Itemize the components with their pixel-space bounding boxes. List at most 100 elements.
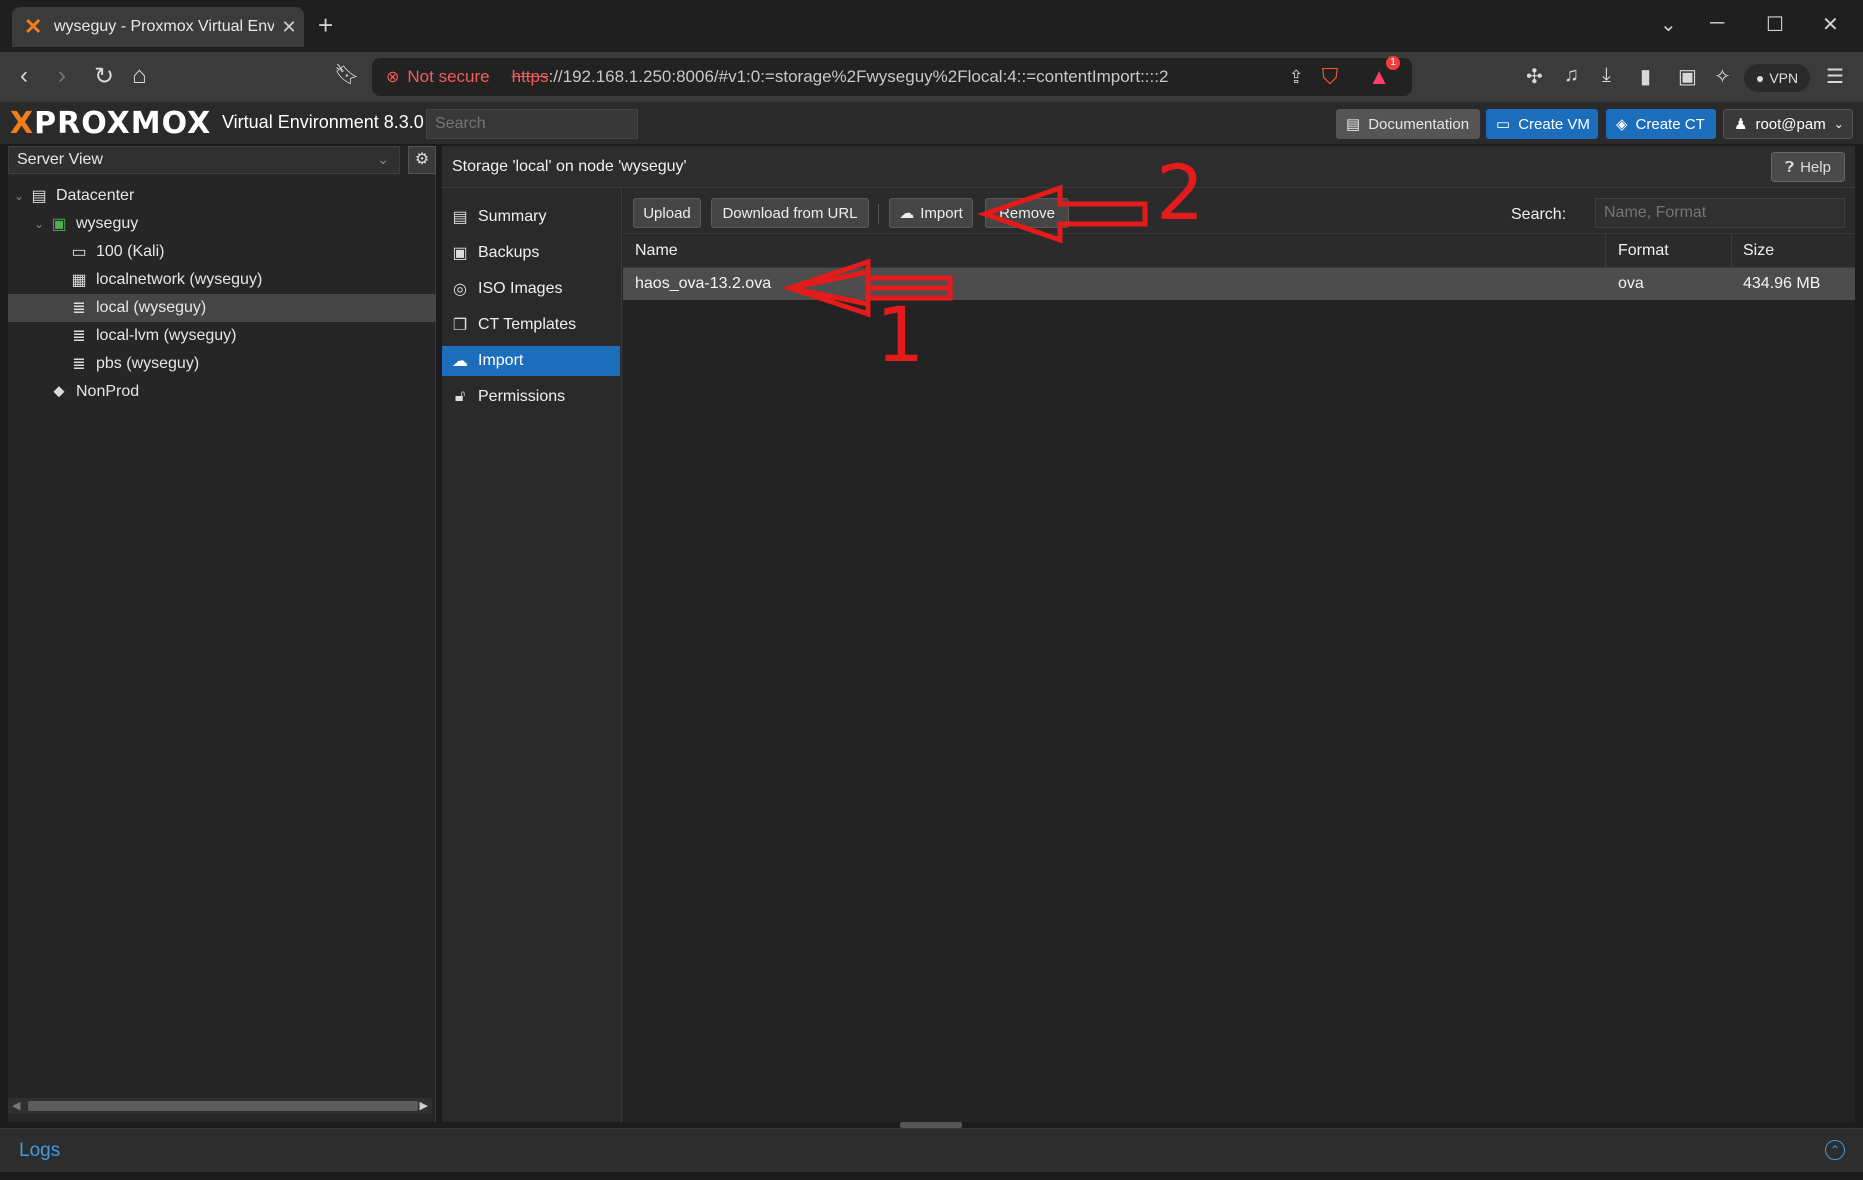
tree-node-label: Datacenter: [56, 187, 135, 204]
annotation-number-2: 2: [1156, 148, 1205, 237]
toolbar-separator: [878, 204, 879, 224]
home-icon[interactable]: ⌂: [132, 62, 147, 90]
row-name-cell[interactable]: haos_ova-13.2.ova: [635, 275, 771, 293]
download-from-url-button[interactable]: Download from URL: [711, 198, 869, 228]
menu-icon[interactable]: ☰: [1826, 64, 1844, 89]
tree-node-label: wyseguy: [76, 215, 139, 232]
scroll-right-icon[interactable]: ▶: [420, 1099, 428, 1112]
brave-shields-icon[interactable]: ⛉: [1322, 64, 1339, 90]
not-secure-label[interactable]: Not secure: [407, 67, 489, 87]
wallet-icon[interactable]: ▣: [1678, 64, 1697, 89]
subnav-backups[interactable]: ▣ Backups: [442, 238, 620, 268]
storage-icon: ≣: [72, 328, 86, 345]
cloud-upload-icon: ☁: [899, 205, 915, 222]
tag-icon: ⬥: [53, 383, 65, 400]
reload-icon[interactable]: ↻: [94, 62, 114, 91]
subnav-import[interactable]: ☁ Import: [442, 346, 620, 376]
subnav-label: CT Templates: [478, 316, 577, 333]
column-header-size[interactable]: Size: [1743, 242, 1774, 260]
expand-logs-icon[interactable]: ⌃: [1825, 1140, 1845, 1160]
url-scheme: https: [511, 67, 549, 86]
datacenter-icon: ▤: [31, 188, 47, 205]
share-icon[interactable]: ⇪: [1289, 67, 1304, 88]
url-path: ://192.168.1.250:8006/#v1:0:=storage%2Fw…: [548, 67, 1169, 86]
brave-rewards-icon[interactable]: ▲ 1: [1368, 56, 1400, 90]
network-icon: ▦: [71, 272, 87, 289]
tree-node-label: NonProd: [76, 383, 140, 400]
tree-settings-gear-icon[interactable]: ⚙: [408, 146, 436, 174]
browser-tab[interactable]: ✕ wyseguy - Proxmox Virtual Envi ✕: [12, 7, 304, 47]
leo-ai-icon[interactable]: ✧: [1714, 64, 1731, 89]
template-icon: ❐: [452, 317, 468, 334]
floppy-icon: ▣: [452, 245, 468, 262]
logs-label: Logs: [19, 1140, 61, 1161]
column-header-format[interactable]: Format: [1618, 242, 1669, 260]
column-divider[interactable]: [1731, 234, 1732, 268]
subnav-iso-images[interactable]: ◎ ISO Images: [442, 274, 620, 304]
subnav-permissions[interactable]: 🔓︎ Permissions: [442, 382, 620, 412]
grid-search-input[interactable]: [1595, 198, 1845, 228]
tree-node-local-lvm[interactable]: ≣ local-lvm (wyseguy): [8, 322, 436, 350]
column-divider[interactable]: [1605, 234, 1606, 268]
proxmox-logo: XPROXMOX: [10, 106, 212, 141]
forward-icon[interactable]: ›: [58, 62, 66, 90]
server-view-select[interactable]: Server View ⌄: [8, 146, 400, 174]
column-header-name[interactable]: Name: [635, 242, 678, 260]
tree-node-pbs[interactable]: ≣ pbs (wyseguy): [8, 350, 436, 378]
global-search-input[interactable]: [426, 109, 638, 139]
downloads-icon[interactable]: ⤓: [1602, 64, 1611, 87]
remove-button[interactable]: Remove: [985, 198, 1069, 228]
maximize-window-icon[interactable]: ☐: [1766, 12, 1784, 37]
user-menu-button[interactable]: ♟ root@pam ⌄: [1723, 109, 1853, 139]
documentation-button[interactable]: ▤ Documentation: [1336, 109, 1480, 139]
documentation-label: Documentation: [1368, 115, 1470, 133]
close-window-icon[interactable]: ✕: [1822, 12, 1839, 37]
subnav-label: Backups: [478, 244, 540, 261]
tree-node-nonprod[interactable]: ⬥ NonProd: [8, 378, 436, 406]
desktop-icon: ▭: [1496, 116, 1511, 133]
subnav-summary[interactable]: ▤ Summary: [442, 202, 620, 232]
media-icon[interactable]: ♫: [1564, 64, 1579, 87]
scroll-left-icon[interactable]: ◀: [12, 1099, 20, 1112]
tree-node-label: localnetwork (wyseguy): [96, 271, 263, 288]
new-tab-button[interactable]: +: [318, 10, 333, 41]
download-url-label: Download from URL: [722, 204, 858, 222]
logs-panel-bar[interactable]: Logs ⌃: [0, 1128, 1863, 1172]
tree-horizontal-scrollbar[interactable]: ◀ ▶: [8, 1098, 432, 1114]
tree-node-local[interactable]: ≣ local (wyseguy): [8, 294, 436, 322]
create-ct-button[interactable]: ◈ Create CT: [1606, 109, 1716, 139]
address-bar[interactable]: ⊗ Not secure https://192.168.1.250:8006/…: [372, 56, 1412, 96]
vpn-button[interactable]: ● VPN: [1744, 64, 1810, 92]
subnav-ct-templates[interactable]: ❐ CT Templates: [442, 310, 620, 340]
tree-node-localnetwork[interactable]: ▦ localnetwork (wyseguy): [8, 266, 436, 294]
tree-node-datacenter[interactable]: ⌄ ▤ Datacenter: [8, 182, 436, 210]
upload-label: Upload: [643, 204, 691, 222]
question-icon: ❓︎: [1785, 158, 1795, 176]
tree-node-wyseguy[interactable]: ⌄ ▣ wyseguy: [8, 210, 436, 238]
bookmark-icon[interactable]: 🔖︎: [334, 62, 359, 87]
version-label: Virtual Environment 8.3.0: [222, 112, 424, 132]
table-row[interactable]: haos_ova-13.2.ova ova 434.96 MB: [623, 268, 1855, 300]
upload-button[interactable]: Upload: [633, 198, 701, 228]
scrollbar-thumb[interactable]: [28, 1101, 418, 1111]
not-secure-icon: ⊗: [386, 69, 400, 86]
cloud-upload-icon: ☁: [452, 353, 468, 370]
help-button[interactable]: ❓︎ Help: [1771, 152, 1845, 182]
book-icon: ▤: [452, 209, 468, 226]
disc-icon: ◎: [453, 281, 467, 298]
tree-node-label: local-lvm (wyseguy): [96, 327, 237, 344]
expand-chevron-icon[interactable]: ⌄: [12, 189, 26, 203]
import-button[interactable]: ☁ Import: [889, 198, 973, 228]
sidebar-icon[interactable]: ▮: [1640, 64, 1651, 89]
minimize-window-icon[interactable]: ─: [1710, 12, 1724, 35]
url-text[interactable]: https://192.168.1.250:8006/#v1:0:=storag…: [512, 67, 1169, 87]
close-tab-icon[interactable]: ✕: [274, 17, 304, 38]
tree-node-vm-100[interactable]: ▭ 100 (Kali): [8, 238, 436, 266]
tab-search-chevron-icon[interactable]: ⌄: [1660, 12, 1677, 37]
extensions-icon[interactable]: ✣: [1526, 64, 1543, 89]
create-vm-button[interactable]: ▭ Create VM: [1486, 109, 1598, 139]
expand-chevron-icon[interactable]: ⌄: [32, 217, 46, 231]
cube-icon: ◈: [1616, 116, 1628, 133]
vpn-dot-icon: ●: [1755, 70, 1765, 86]
back-icon[interactable]: ‹: [20, 62, 28, 90]
